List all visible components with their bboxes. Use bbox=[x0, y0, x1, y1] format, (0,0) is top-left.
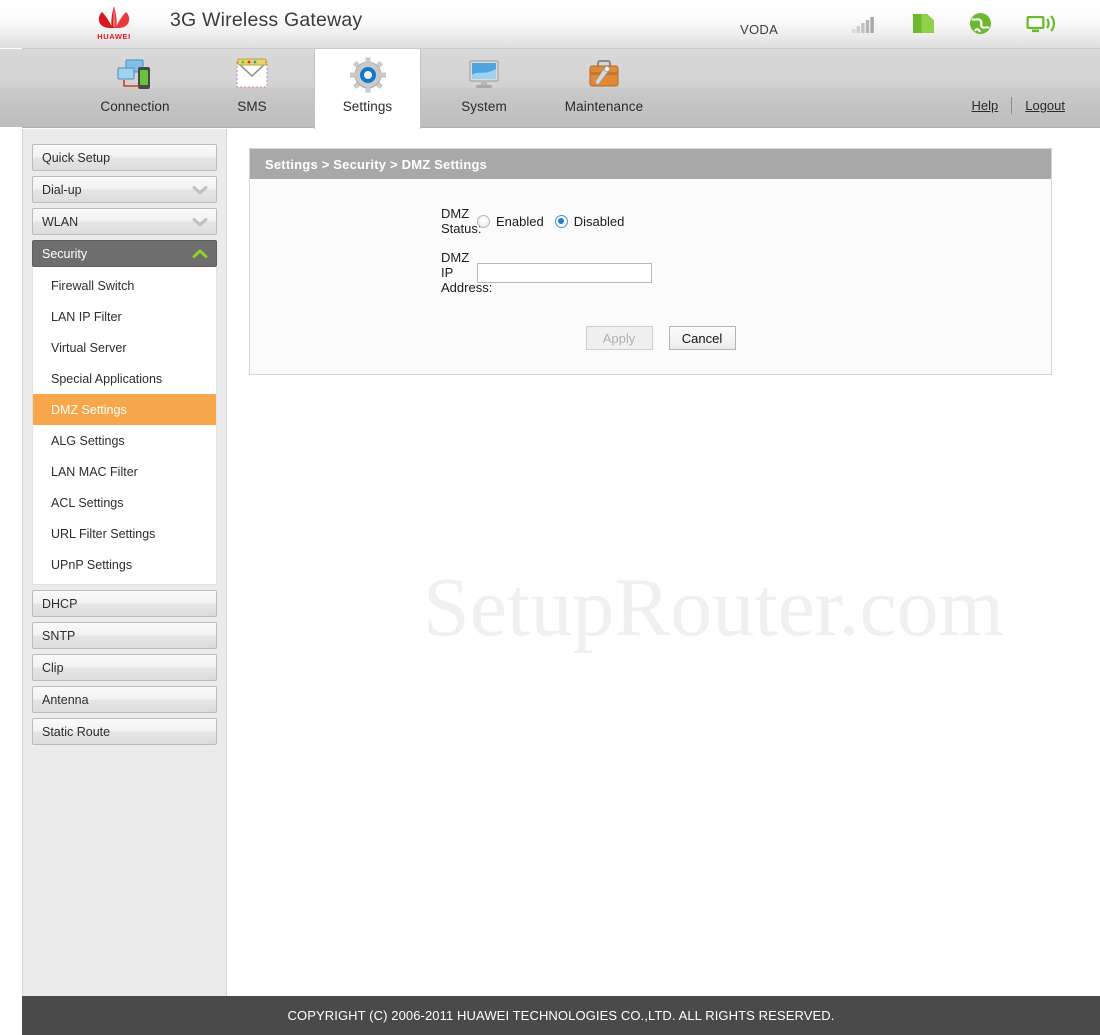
help-link[interactable]: Help bbox=[958, 98, 1011, 113]
header-links: Help Logout bbox=[958, 97, 1078, 114]
sidebar-subitem-label: LAN IP Filter bbox=[51, 309, 122, 324]
status-icon-group bbox=[852, 12, 1056, 35]
sidebar-subitem-label: URL Filter Settings bbox=[51, 526, 156, 541]
sim-card-icon bbox=[913, 14, 934, 33]
sidebar-item-label: DHCP bbox=[42, 596, 78, 611]
sidebar-item-label: Static Route bbox=[42, 724, 111, 739]
router-admin-page: HUAWEI 3G Wireless Gateway VODA Connecti… bbox=[0, 0, 1100, 1035]
breadcrumb: Settings > Security > DMZ Settings bbox=[250, 149, 1051, 179]
sidebar-subitem-label: UPnP Settings bbox=[51, 557, 133, 572]
sidebar-submenu-security: Firewall Switch LAN IP Filter Virtual Se… bbox=[32, 267, 217, 585]
sidebar-item-security[interactable]: Security bbox=[32, 240, 217, 267]
logout-link[interactable]: Logout bbox=[1012, 98, 1078, 113]
dmz-status-enabled-option[interactable]: Enabled bbox=[477, 214, 544, 229]
form-buttons: Apply Cancel bbox=[250, 326, 1051, 350]
chevron-down-icon bbox=[192, 217, 208, 226]
dmz-status-disabled-option[interactable]: Disabled bbox=[554, 213, 625, 229]
sidebar-item-antenna[interactable]: Antenna bbox=[32, 686, 217, 713]
tab-connection-label: Connection bbox=[100, 99, 170, 114]
sidebar-item-dial-up[interactable]: Dial-up bbox=[32, 176, 217, 203]
tab-maintenance[interactable]: Maintenance bbox=[540, 49, 668, 128]
dmz-status-enabled-label: Enabled bbox=[496, 213, 544, 229]
sidebar-item-acl-settings[interactable]: ACL Settings bbox=[33, 487, 216, 518]
sidebar-item-virtual-server[interactable]: Virtual Server bbox=[33, 332, 216, 363]
watermark-text: SetupRouter.com bbox=[423, 561, 1004, 654]
sidebar-item-dhcp[interactable]: DHCP bbox=[32, 590, 217, 617]
sidebar-subitem-label: DMZ Settings bbox=[51, 402, 127, 417]
sidebar-item-url-filter-settings[interactable]: URL Filter Settings bbox=[33, 518, 216, 549]
monitor-icon bbox=[465, 56, 503, 94]
apply-button[interactable]: Apply bbox=[585, 326, 653, 350]
huawei-logo: HUAWEI bbox=[83, 4, 145, 46]
brand-header: HUAWEI 3G Wireless Gateway VODA bbox=[0, 0, 1100, 49]
sidebar-subitem-label: Firewall Switch bbox=[51, 278, 135, 293]
dmz-form: DMZ Status: Enabled Disabled DMZ IP Addr… bbox=[250, 179, 1051, 374]
sidebar-subitem-label: ALG Settings bbox=[51, 433, 125, 448]
dmz-status-label: DMZ Status: bbox=[441, 206, 482, 236]
tab-maintenance-label: Maintenance bbox=[564, 99, 644, 114]
dmz-status-row: DMZ Status: Enabled Disabled bbox=[250, 206, 1051, 236]
sidebar-item-alg-settings[interactable]: ALG Settings bbox=[33, 425, 216, 456]
sidebar-item-clip[interactable]: Clip bbox=[32, 654, 217, 681]
radio-unselected-icon[interactable] bbox=[477, 214, 490, 228]
dmz-status-radio-group: Enabled Disabled bbox=[477, 214, 624, 229]
connection-icon bbox=[115, 56, 155, 94]
sidebar-item-label: Security bbox=[42, 246, 88, 261]
sidebar-subitem-label: Virtual Server bbox=[51, 340, 127, 355]
tab-sms[interactable]: SMS bbox=[204, 49, 300, 128]
dmz-ip-control bbox=[462, 262, 652, 283]
radio-selected-icon[interactable] bbox=[554, 214, 568, 228]
sidebar-item-sntp[interactable]: SNTP bbox=[32, 622, 217, 649]
tab-system[interactable]: System bbox=[432, 49, 536, 128]
main-content: SetupRouter.com Settings > Security > DM… bbox=[228, 129, 1100, 996]
sidebar-item-dmz-settings[interactable]: DMZ Settings bbox=[33, 394, 216, 425]
cancel-button[interactable]: Cancel bbox=[668, 326, 736, 350]
carrier-name: VODA bbox=[740, 22, 779, 37]
dmz-ip-label: DMZ IP Address: bbox=[441, 250, 493, 295]
dmz-status-disabled-label: Disabled bbox=[573, 213, 625, 229]
sidebar-item-label: Antenna bbox=[42, 692, 89, 707]
chevron-down-icon bbox=[192, 185, 208, 194]
tab-sms-label: SMS bbox=[237, 99, 267, 114]
sidebar-item-label: Quick Setup bbox=[42, 150, 111, 165]
sidebar-item-firewall-switch[interactable]: Firewall Switch bbox=[33, 270, 216, 301]
sidebar-item-label: WLAN bbox=[42, 214, 79, 229]
page-title: 3G Wireless Gateway bbox=[170, 9, 363, 31]
sms-envelope-icon bbox=[233, 56, 271, 94]
main-tab-bar: Connection SMS Settings System Maintenan… bbox=[0, 49, 1100, 129]
sidebar-item-lan-mac-filter[interactable]: LAN MAC Filter bbox=[33, 456, 216, 487]
dmz-settings-panel: Settings > Security > DMZ Settings DMZ S… bbox=[249, 148, 1052, 375]
dmz-ip-row: DMZ IP Address: bbox=[250, 250, 1051, 295]
sidebar-item-static-route[interactable]: Static Route bbox=[32, 718, 217, 745]
dmz-ip-input[interactable] bbox=[477, 262, 652, 283]
dmz-status-control: Enabled Disabled bbox=[462, 214, 624, 229]
sidebar-item-label: SNTP bbox=[42, 628, 76, 643]
chevron-up-icon bbox=[192, 249, 208, 258]
sidebar-item-wlan[interactable]: WLAN bbox=[32, 208, 217, 235]
sidebar-subitem-label: ACL Settings bbox=[51, 495, 124, 510]
tab-system-label: System bbox=[461, 99, 507, 114]
sidebar-item-quick-setup[interactable]: Quick Setup bbox=[32, 144, 217, 171]
sidebar-item-upnp-settings[interactable]: UPnP Settings bbox=[33, 549, 216, 580]
globe-icon bbox=[970, 13, 991, 34]
wifi-broadcast-icon bbox=[1026, 15, 1056, 33]
toolbox-icon bbox=[585, 56, 623, 94]
signal-strength-icon bbox=[852, 16, 874, 33]
footer-copyright: COPYRIGHT (C) 2006-2011 HUAWEI TECHNOLOG… bbox=[0, 996, 1100, 1035]
sidebar-subitem-label: LAN MAC Filter bbox=[51, 464, 138, 479]
tab-settings[interactable]: Settings bbox=[314, 49, 421, 129]
tab-settings-label: Settings bbox=[342, 99, 393, 114]
sidebar-subitem-label: Special Applications bbox=[51, 371, 163, 386]
huawei-flower-icon bbox=[98, 6, 130, 28]
sidebar-item-label: Dial-up bbox=[42, 182, 82, 197]
sidebar-nav: Quick Setup Dial-up WLAN Security Firewa… bbox=[0, 129, 227, 996]
sidebar-item-lan-ip-filter[interactable]: LAN IP Filter bbox=[33, 301, 216, 332]
gear-icon bbox=[349, 56, 387, 94]
huawei-wordmark: HUAWEI bbox=[97, 32, 131, 41]
tab-connection[interactable]: Connection bbox=[70, 49, 200, 128]
sidebar-item-label: Clip bbox=[42, 660, 64, 675]
page-body: Quick Setup Dial-up WLAN Security Firewa… bbox=[0, 129, 1100, 996]
sidebar-item-special-applications[interactable]: Special Applications bbox=[33, 363, 216, 394]
